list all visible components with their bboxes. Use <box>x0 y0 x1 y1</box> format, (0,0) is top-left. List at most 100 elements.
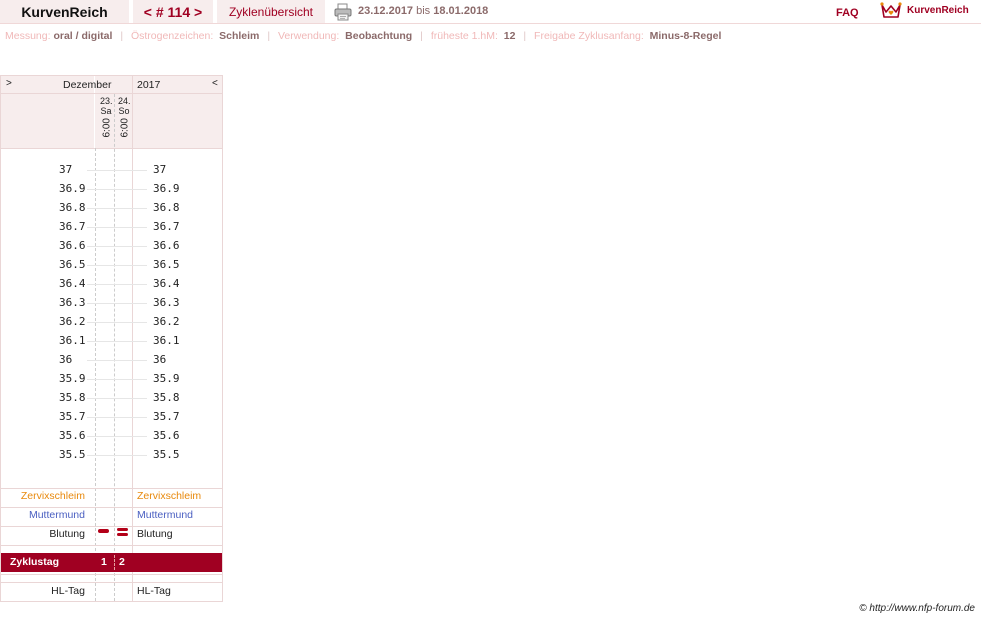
date-to: 18.01.2018 <box>433 5 489 17</box>
cycle-start-release-label: Freigabe Zyklusanfang: <box>534 30 644 42</box>
temperature-tick-label-right: 35.5 <box>153 448 180 461</box>
printer-icon[interactable] <box>334 3 352 21</box>
cycle-day-row: Zyklustag 1 2 <box>1 553 222 572</box>
temperature-tick-label-left: 36.9 <box>59 182 86 195</box>
divider <box>1 507 222 508</box>
bleeding-mark[interactable] <box>117 533 128 536</box>
temperature-gridline <box>87 227 147 228</box>
hl-day-label-right: HL-Tag <box>137 585 171 597</box>
app-title[interactable]: KurvenReich <box>0 0 129 23</box>
temperature-gridline <box>87 360 147 361</box>
temperature-tick-label-left: 36.6 <box>59 239 86 252</box>
temperature-tick-label-right: 36.6 <box>153 239 180 252</box>
temperature-gridline <box>87 208 147 209</box>
usage-value: Beobachtung <box>345 30 413 42</box>
temperature-tick-label-left: 36.2 <box>59 315 86 328</box>
cycle-day-number: 1 <box>101 556 107 568</box>
temperature-tick-label-left: 35.5 <box>59 448 86 461</box>
temperature-gridline <box>87 284 147 285</box>
previous-month-button[interactable]: > <box>6 78 12 89</box>
cervix-label-left: Muttermund <box>28 509 85 521</box>
divider <box>1 582 222 583</box>
temperature-tick-label-left: 36.3 <box>59 296 86 309</box>
temperature-tick-label-right: 36.9 <box>153 182 180 195</box>
brand-name[interactable]: KurvenReich <box>907 5 969 16</box>
earliest-hm-value: 12 <box>503 30 516 42</box>
day-date: 24. So <box>118 96 131 116</box>
next-cycle-button[interactable]: > <box>194 4 202 20</box>
temperature-tick-label-right: 36.5 <box>153 258 180 271</box>
temperature-tick-label-right: 36.7 <box>153 220 180 233</box>
divider <box>1 148 222 149</box>
usage-label: Verwendung: <box>277 30 340 42</box>
temperature-gridline <box>87 398 147 399</box>
cycle-overview-tab[interactable]: Zyklenübersicht <box>217 0 325 23</box>
bleeding-label-right: Blutung <box>137 528 173 540</box>
temperature-tick-label-right: 35.8 <box>153 391 180 404</box>
date-conjunction: bis <box>416 5 431 17</box>
temperature-gridline <box>87 303 147 304</box>
temperature-gridline <box>87 246 147 247</box>
temperature-tick-label-left: 36.8 <box>59 201 86 214</box>
cervical-mucus-label-right: Zervixschleim <box>137 490 202 502</box>
day-separator <box>95 148 96 601</box>
bleeding-mark[interactable] <box>98 529 109 533</box>
temperature-tick-label-left: 37 <box>59 163 73 176</box>
temperature-tick-label-left: 36.7 <box>59 220 86 233</box>
temperature-gridline <box>87 436 147 437</box>
bleeding-label-left: Blutung <box>49 528 85 540</box>
temperature-chart: > Dezember 2017 < 23. Sa 24. So 6:00 6:00 … <box>0 75 223 602</box>
temperature-tick-label-right: 35.6 <box>153 429 180 442</box>
temperature-tick-label-left: 35.7 <box>59 410 86 423</box>
temperature-tick-label-right: 36.8 <box>153 201 180 214</box>
measurement-label: Messung: <box>5 30 51 42</box>
cervical-mucus-label-left: Zervixschleim <box>20 490 85 502</box>
temperature-gridline <box>87 455 147 456</box>
previous-cycle-button[interactable]: < <box>144 4 152 20</box>
estrogen-sign-label: Östrogenzeichen: <box>130 30 214 42</box>
month-label: Dezember <box>63 79 112 91</box>
top-bar: KurvenReich < # 114 > Zyklenübersicht 23… <box>0 0 981 24</box>
next-month-button[interactable]: < <box>212 78 218 89</box>
temperature-tick-label-left: 36.1 <box>59 334 86 347</box>
divider <box>1 488 222 489</box>
day-separator <box>114 555 115 570</box>
date-range: 23.12.2017 bis 18.01.2018 <box>358 5 488 17</box>
cycle-settings-row: Messung: oral / digital | Östrogenzeiche… <box>5 30 722 42</box>
temperature-gridline <box>87 417 147 418</box>
temperature-tick-label-right: 36 <box>153 353 167 366</box>
temperature-tick-label-right: 36.1 <box>153 334 180 347</box>
temperature-gridline <box>87 341 147 342</box>
temperature-gridline <box>87 265 147 266</box>
divider <box>94 76 95 94</box>
divider <box>1 526 222 527</box>
temperature-tick-label-left: 36.4 <box>59 277 86 290</box>
cycle-start-release-value: Minus-8-Regel <box>649 30 722 42</box>
footer-credit[interactable]: © http://www.nfp-forum.de <box>859 603 975 614</box>
measurement-time: 6:00 <box>101 118 113 138</box>
temperature-tick-label-left: 36 <box>59 353 73 366</box>
cervix-label-right: Muttermund <box>137 509 194 521</box>
divider <box>132 76 133 601</box>
measurement-value: oral / digital <box>53 30 113 42</box>
temperature-tick-label-right: 35.7 <box>153 410 180 423</box>
temperature-tick-label-left: 36.5 <box>59 258 86 271</box>
temperature-tick-label-left: 35.9 <box>59 372 86 385</box>
cycle-navigator: < # 114 > <box>133 0 213 23</box>
cycle-day-number: 2 <box>119 556 125 568</box>
divider <box>1 93 222 94</box>
faq-link[interactable]: FAQ <box>836 7 859 19</box>
measurement-time: 6:00 <box>119 118 131 138</box>
temperature-tick-label-right: 36.4 <box>153 277 180 290</box>
temperature-gridline <box>87 379 147 380</box>
cycle-day-label: Zyklustag <box>10 556 60 568</box>
crown-heart-icon[interactable] <box>880 0 902 20</box>
temperature-tick-label-left: 35.8 <box>59 391 86 404</box>
divider <box>1 574 222 575</box>
temperature-tick-label-right: 36.2 <box>153 315 180 328</box>
temperature-tick-label-right: 35.9 <box>153 372 180 385</box>
temperature-tick-label-right: 37 <box>153 163 167 176</box>
temperature-gridline <box>87 170 147 171</box>
bleeding-mark[interactable] <box>117 528 128 531</box>
earliest-hm-label: früheste 1.hM: <box>430 30 498 42</box>
